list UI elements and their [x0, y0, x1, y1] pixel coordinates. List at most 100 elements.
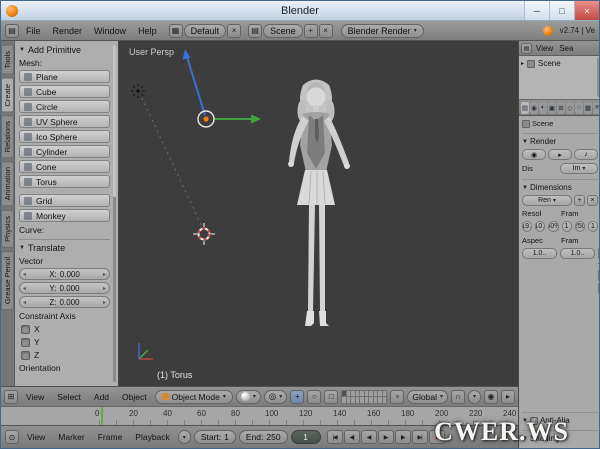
frame-range-field[interactable]: 1	[588, 221, 598, 232]
manipulator-translate-button[interactable]: +	[290, 390, 304, 404]
resolution-field[interactable]: 19..	[522, 221, 532, 232]
screen-layout-select[interactable]: Default	[184, 24, 227, 38]
render-action-button[interactable]: ♪	[574, 149, 598, 160]
viewport-menu[interactable]: View	[21, 392, 49, 402]
mesh-add-button[interactable]: Monkey	[19, 209, 110, 222]
render-action-button[interactable]: ▸	[548, 149, 572, 160]
dimensions-panel-header[interactable]: ▼ Dimensions	[522, 179, 598, 192]
vector-number-field[interactable]: Z: 0.000	[19, 296, 110, 308]
translate-panel-header[interactable]: ▼ Translate	[19, 243, 110, 253]
pivot-select[interactable]: ◎ ▾	[264, 390, 287, 404]
mesh-add-button[interactable]: Cone	[19, 160, 110, 173]
constraint-axis-checkbox[interactable]: Z	[21, 350, 110, 360]
toolshelf-tab[interactable]: Grease Pencil	[1, 251, 14, 310]
timeline-menu[interactable]: Frame	[93, 432, 128, 442]
toolshelf-tab[interactable]: Physics	[1, 210, 14, 248]
scene-delete-button[interactable]: ×	[319, 24, 333, 38]
frame-range-field[interactable]: 1	[562, 221, 572, 232]
outliner-menu[interactable]: Sea	[557, 44, 575, 53]
properties-tab-icon[interactable]: ▤	[521, 102, 529, 114]
preset-add-button[interactable]: +	[574, 195, 585, 206]
mesh-add-button[interactable]: Plane	[19, 70, 110, 83]
toolshelf-tab[interactable]: Create	[1, 78, 14, 113]
outliner-menu[interactable]: View	[534, 44, 555, 53]
snap-element-select[interactable]: ▾	[468, 390, 481, 404]
properties-tab-icon[interactable]: ▦	[584, 102, 592, 114]
toolshelf-tab[interactable]: Tools	[1, 45, 14, 75]
resolution-field[interactable]: 10..	[535, 221, 545, 232]
aspect-field[interactable]: 1.0..	[522, 248, 557, 259]
toolshelf-tab[interactable]: Animation	[1, 161, 14, 206]
screen-layout-browse-icon[interactable]: ▦	[169, 24, 183, 38]
scene-add-button[interactable]: +	[304, 24, 318, 38]
current-frame-field[interactable]: 1	[291, 430, 321, 444]
properties-tab-icon[interactable]: ⊞	[557, 102, 565, 114]
properties-tab-icon[interactable]: ◇	[566, 102, 574, 114]
frame-range-field[interactable]: 250	[575, 221, 585, 232]
playback-button[interactable]: ◀|	[344, 430, 360, 444]
menubar-menu[interactable]: Help	[133, 26, 162, 36]
scene-select[interactable]: Scene	[263, 24, 303, 38]
viewport-menu[interactable]: Object	[117, 392, 152, 402]
info-editor-icon[interactable]: ▤	[5, 24, 19, 38]
end-frame-field[interactable]: End: 250	[239, 430, 288, 444]
viewport-3d[interactable]: User Persp	[119, 41, 518, 386]
start-frame-field[interactable]: Start: 1	[194, 430, 236, 444]
opengl-render-anim-button[interactable]: ▸	[501, 390, 515, 404]
scene-browse-icon[interactable]: ▤	[248, 24, 262, 38]
outliner-editor-icon[interactable]: ▤	[521, 43, 532, 54]
menubar-menu[interactable]: File	[21, 26, 46, 36]
viewport-menu[interactable]: Select	[52, 392, 86, 402]
toolshelf-scrollbar[interactable]	[113, 45, 116, 382]
outliner-item-scene[interactable]: ▸ Scene	[521, 59, 599, 68]
mesh-add-button[interactable]: Cube	[19, 85, 110, 98]
viewport-menu[interactable]: Add	[89, 392, 114, 402]
sync-select[interactable]: ▾	[178, 430, 191, 444]
render-action-button[interactable]: ◉	[522, 149, 546, 160]
snap-magnet-button[interactable]: ∩	[451, 390, 465, 404]
properties-tab-icon[interactable]: ▣	[548, 102, 556, 114]
playback-button[interactable]: ◀	[361, 430, 377, 444]
properties-tab-icon[interactable]: ◉	[530, 102, 538, 114]
expand-triangle-icon[interactable]: ▸	[521, 60, 524, 67]
screen-layout-delete-button[interactable]: ×	[227, 24, 241, 38]
constraint-axis-checkbox[interactable]: X	[21, 324, 110, 334]
lock-icon[interactable]: ∘	[390, 390, 404, 404]
playback-button[interactable]: |▶	[395, 430, 411, 444]
minimize-button[interactable]: ─	[524, 1, 549, 20]
preset-remove-button[interactable]: ×	[587, 195, 598, 206]
render-engine-select[interactable]: Blender Render ▾	[341, 24, 424, 38]
properties-tab-icon[interactable]: ◐	[539, 102, 547, 114]
current-frame-marker[interactable]	[101, 407, 103, 425]
add-primitive-panel-header[interactable]: ▼ Add Primitive	[19, 45, 110, 55]
maximize-button[interactable]: □	[549, 1, 574, 20]
playback-button[interactable]: ▶|	[412, 430, 428, 444]
playback-button[interactable]: |◀	[327, 430, 343, 444]
mesh-add-button[interactable]: UV Sphere	[19, 115, 110, 128]
timeline-menu[interactable]: Marker	[53, 432, 89, 442]
mesh-add-button[interactable]: Circle	[19, 100, 110, 113]
toolshelf-tab[interactable]: Relations	[1, 115, 14, 158]
menubar-menu[interactable]: Window	[89, 26, 131, 36]
aspect-field[interactable]: 1.0..	[560, 248, 595, 259]
orientation-select[interactable]: Global ▾	[407, 390, 448, 404]
timeline-menu[interactable]: View	[22, 432, 50, 442]
mode-select[interactable]: Object Mode ▾	[155, 390, 233, 404]
display-mode-select[interactable]: Im ▾	[560, 163, 598, 174]
resolution-field[interactable]: 50%	[548, 221, 558, 232]
render-panel-header[interactable]: ▼ Render	[522, 133, 598, 146]
playback-button[interactable]: ▶	[378, 430, 394, 444]
properties-tab-icon[interactable]: ≡	[593, 102, 600, 114]
render-preset-select[interactable]: Ren ▾	[522, 195, 572, 206]
vector-number-field[interactable]: X: 0.000	[19, 268, 110, 280]
layers-widget[interactable]	[341, 390, 387, 404]
timeline-editor-icon[interactable]: ⊙	[5, 430, 19, 444]
properties-tab-icon[interactable]: ○	[575, 102, 583, 114]
vector-number-field[interactable]: Y: 0.000	[19, 282, 110, 294]
mesh-add-button[interactable]: Ico Sphere	[19, 130, 110, 143]
viewport-editor-icon[interactable]: ⊞	[4, 390, 18, 404]
shading-select[interactable]: ▾	[236, 390, 261, 404]
mesh-add-button[interactable]: Cylinder	[19, 145, 110, 158]
timeline-menu[interactable]: Playback	[130, 432, 175, 442]
close-button[interactable]: ×	[574, 1, 599, 20]
